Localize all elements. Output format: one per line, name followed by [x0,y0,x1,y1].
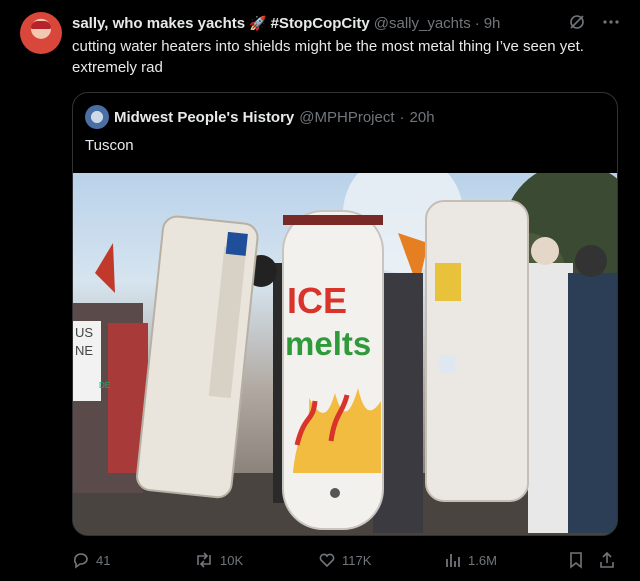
quote-time[interactable]: 20h [410,109,435,126]
tweet-top-actions [568,13,620,31]
share-icon [598,551,616,569]
views-count: 1.6M [468,552,497,568]
author-avatar[interactable] [20,12,62,54]
quote-photo[interactable]: US NE DE ICE melts [73,173,617,535]
shield-text-melts: melts [285,325,371,362]
more-icon[interactable] [602,13,620,31]
quote-display-name[interactable]: Midwest People's History [114,109,294,126]
shield-text-ice: ICE [287,280,347,321]
quote-text: Tuscon [85,137,134,154]
sign-text-ne: NE [75,343,93,358]
reply-count: 41 [96,552,111,568]
repost-icon [194,551,214,569]
repost-button[interactable]: 10K [194,548,243,572]
like-icon [318,551,336,569]
reply-icon [72,551,90,569]
quote-avatar[interactable] [85,105,109,129]
sign-text-de: DE [99,381,110,390]
quote-handle[interactable]: @MPHProject [299,109,394,126]
bookmark-button[interactable] [568,548,584,572]
reply-button[interactable]: 41 [72,548,110,572]
tweet-actions: 41 10K 117K 1.6M [72,548,622,572]
author-handle[interactable]: @sally_yachts [374,15,471,32]
bookmark-icon [568,551,584,569]
tweet-header: sally, who makes yachts 🚀 #StopCopCity @… [72,12,500,34]
rocket-emoji: 🚀 [249,14,267,31]
tweet-text: cutting water heaters into shields might… [72,38,584,76]
author-display-name[interactable]: sally, who makes yachts [72,15,245,32]
tweet[interactable]: sally, who makes yachts 🚀 #StopCopCity @… [0,0,640,581]
like-count: 117K [342,552,372,568]
repost-count: 10K [220,552,244,568]
share-button[interactable] [598,548,616,572]
quote-header: Midwest People's History @MPHProject · 2… [85,105,435,129]
like-button[interactable]: 117K [318,548,371,572]
tweet-time[interactable]: 9h [484,15,501,32]
sign-text-us: US [75,325,93,340]
protest-photo-illustration: US NE DE ICE melts [73,173,617,535]
views-icon [444,551,462,569]
quoted-tweet[interactable]: Midwest People's History @MPHProject · 2… [72,92,618,536]
views-button[interactable]: 1.6M [444,548,497,572]
author-hashtag[interactable]: #StopCopCity [271,15,370,32]
separator-dot: · [474,14,480,32]
quote-separator-dot: · [399,108,405,126]
grok-icon[interactable] [568,13,586,31]
